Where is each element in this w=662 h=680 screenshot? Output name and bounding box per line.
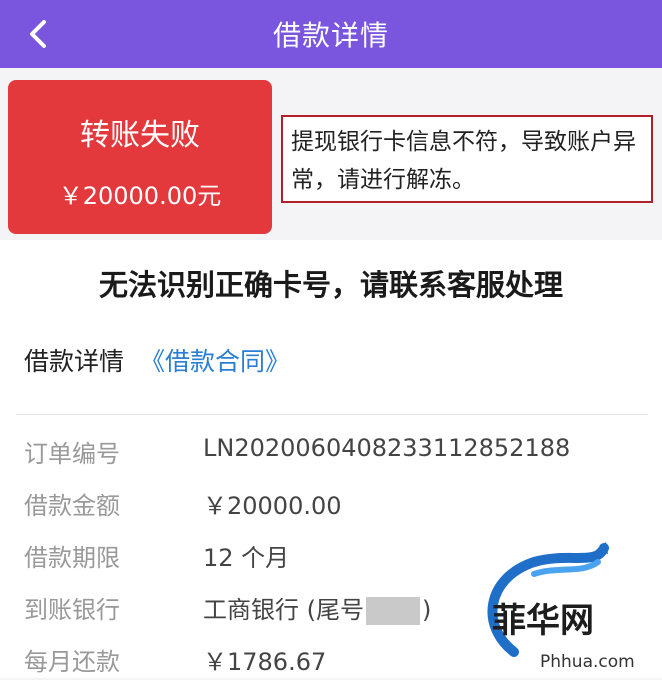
order-no-value: LN2020060408233112852188 — [203, 434, 571, 462]
status-area: 转账失败 ￥20000.00元 提现银行卡信息不符，导致账户异常，请进行解冻。 — [0, 68, 662, 240]
status-title: 转账失败 — [80, 118, 200, 153]
details-label: 借款详情 — [24, 347, 125, 376]
bank-value-prefix: 工商银行 (尾号 — [203, 596, 364, 624]
term-label: 借款期限 — [24, 544, 120, 572]
chevron-left-icon — [30, 20, 46, 48]
bank-value: 工商银行 (尾号) — [203, 590, 431, 625]
status-card: 转账失败 ￥20000.00元 — [8, 80, 272, 234]
app-header: 借款详情 — [0, 0, 662, 68]
loan-contract-link[interactable]: 《借款合同》 — [140, 347, 290, 376]
back-button[interactable] — [18, 14, 58, 54]
status-note: 提现银行卡信息不符，导致账户异常，请进行解冻。 — [281, 115, 653, 203]
amount-value: ￥20000.00 — [203, 492, 342, 520]
error-message: 无法识别正确卡号，请联系客服处理 — [98, 268, 563, 302]
order-no-label: 订单编号 — [24, 440, 120, 468]
bank-label: 到账银行 — [24, 596, 120, 624]
monthly-label: 每月还款 — [24, 648, 120, 676]
term-value: 12 个月 — [203, 544, 290, 572]
watermark-text: 菲华网 — [492, 601, 594, 641]
divider — [16, 414, 648, 415]
watermark-url: Phhua.com — [540, 652, 635, 672]
monthly-value: ￥1786.67 — [203, 648, 327, 676]
watermark-logo: 菲华网 Phhua.com — [478, 540, 662, 678]
amount-label: 借款金额 — [24, 492, 120, 520]
info-row-order-no: 订单编号 LN2020060408233112852188 — [0, 426, 662, 472]
page-title: 借款详情 — [272, 19, 389, 52]
status-amount: ￥20000.00元 — [58, 182, 222, 210]
bank-value-suffix: ) — [422, 596, 432, 624]
details-header: 借款详情 《借款合同》 — [24, 342, 290, 378]
masked-card-tail — [366, 597, 420, 625]
info-row-amount: 借款金额 ￥20000.00 — [0, 478, 662, 524]
